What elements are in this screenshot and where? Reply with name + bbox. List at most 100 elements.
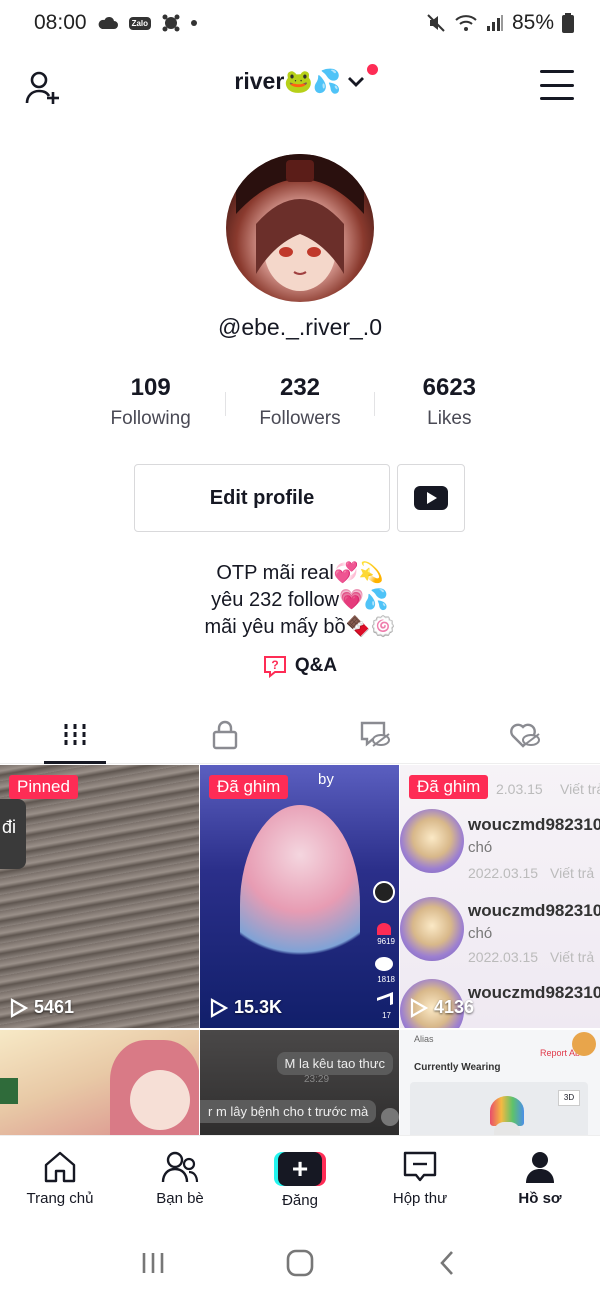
followers-label: Followers	[259, 408, 341, 429]
comment-icon	[375, 957, 393, 971]
status-bar: 08:00 Zalo 85%	[0, 0, 600, 46]
likes-count: 6623	[422, 374, 477, 401]
view-count: 15.3K	[210, 997, 282, 1018]
followers-count: 232	[279, 374, 321, 401]
play-icon	[210, 997, 228, 1018]
back-button[interactable]	[417, 1238, 477, 1288]
edit-profile-button[interactable]: Edit profile	[134, 464, 390, 532]
nav-home[interactable]: Trang chủ	[0, 1136, 120, 1225]
mini-like-count: 9619	[377, 937, 395, 946]
video-thumbnail-character	[240, 805, 360, 1005]
mini-share-count: 17	[382, 1011, 391, 1020]
add-friend-button[interactable]	[24, 68, 64, 108]
add-user-icon	[25, 71, 59, 104]
likes-stat[interactable]: 6623 Likes	[375, 372, 524, 430]
commenter-name: wouczmd982310	[468, 983, 600, 1002]
view-count: 4136	[410, 997, 474, 1018]
nav-label: Bạn bè	[156, 1190, 204, 1207]
following-count: 109	[130, 374, 171, 401]
status-time: 08:00	[34, 11, 87, 34]
thumbnail-character-face	[130, 1070, 190, 1130]
account-name: river🐸💦	[234, 68, 342, 94]
thumbnail-decoration	[0, 1078, 18, 1104]
liked-hidden-icon	[510, 723, 540, 748]
3d-toggle: 3D	[558, 1090, 580, 1106]
nav-friends[interactable]: Bạn bè	[120, 1136, 240, 1225]
commenter-avatar	[400, 809, 464, 873]
grid-icon	[64, 723, 86, 746]
pinned-badge: Đã ghim	[409, 775, 489, 799]
profile-avatar[interactable]	[226, 154, 374, 302]
nav-profile[interactable]: Hồ sơ	[480, 1136, 600, 1225]
video-grid: đi Pinned 5461 by 9619 1818 17 Đã ghim 1…	[0, 765, 600, 1135]
view-count-value: 4136	[434, 997, 475, 1017]
svg-text:?: ?	[271, 658, 278, 672]
recent-apps-button[interactable]	[123, 1238, 183, 1288]
video-tile[interactable]: Alias Report Ab Currently Wearing 3D	[400, 1030, 600, 1135]
overlay-text: đi	[0, 799, 26, 869]
zalo-icon: Zalo	[128, 16, 152, 30]
youtube-link-button[interactable]	[397, 464, 465, 532]
signal-icon	[486, 14, 504, 32]
heart-icon	[377, 923, 391, 935]
mini-comment-count: 1818	[377, 975, 395, 984]
hamburger-icon	[540, 70, 574, 73]
question-icon: ?	[263, 656, 286, 678]
video-tile[interactable]: đi Pinned 5461	[0, 765, 199, 1028]
profile-icon	[526, 1152, 554, 1183]
bio-line: OTP mãi real💞💫	[216, 562, 384, 584]
nav-label: Đăng	[282, 1192, 318, 1209]
nav-label: Hồ sơ	[518, 1190, 562, 1207]
tab-liked[interactable]	[450, 706, 600, 763]
commenter-name: wouczmd982310	[468, 901, 600, 920]
video-tile[interactable]: by 9619 1818 17 Đã ghim 15.3K	[200, 765, 399, 1028]
overlay-text: by	[318, 771, 334, 788]
qa-link[interactable]: ? Q&A	[255, 654, 345, 678]
view-count: 5461	[10, 997, 74, 1018]
nav-label: Hộp thư	[392, 1190, 448, 1207]
nav-inbox[interactable]: Hộp thư	[360, 1136, 480, 1225]
tab-videos[interactable]	[0, 706, 150, 764]
home-icon	[44, 1151, 76, 1183]
following-stat[interactable]: 109 Following	[76, 372, 225, 430]
reply-link: Viết trả	[560, 781, 600, 797]
video-tile[interactable]: M la kêu tao thưc 23:29 r m lây bệnh cho…	[200, 1030, 399, 1135]
battery-percent: 85%	[511, 11, 554, 34]
comment-text: chó	[468, 925, 493, 942]
tab-private[interactable]	[150, 706, 300, 763]
comment-row: wouczmd982310 chó 2022.03.15 Viết trả	[400, 891, 600, 981]
video-tile[interactable]	[0, 1030, 199, 1135]
mini-avatar	[373, 881, 395, 903]
qa-label: Q&A	[294, 655, 338, 676]
more-notifications-dot	[191, 20, 198, 26]
notification-dot	[367, 64, 378, 75]
reply-link: Viết trả	[550, 949, 595, 965]
system-navigation	[0, 1225, 600, 1300]
account-switcher[interactable]: river🐸💦	[210, 64, 390, 95]
comment-date: 2022.03.15	[468, 865, 539, 881]
back-icon	[439, 1250, 453, 1275]
avatar-face	[494, 1122, 520, 1135]
followers-stat[interactable]: 232 Followers	[225, 372, 374, 430]
nav-create[interactable]: + Đăng	[240, 1136, 360, 1225]
avatar-preview: 3D	[410, 1082, 588, 1135]
profile-bio: OTP mãi real💞💫 yêu 232 follow💗💦 mãi yêu …	[0, 560, 600, 641]
chat-bubble: M la kêu tao thưc	[276, 1052, 393, 1075]
alias-label: Alias	[414, 1034, 434, 1044]
mute-icon	[426, 13, 446, 33]
home-button[interactable]	[270, 1238, 330, 1288]
tab-tagged[interactable]	[300, 706, 450, 763]
user-avatar	[572, 1032, 596, 1056]
wifi-icon	[454, 14, 478, 32]
home-button-icon	[286, 1249, 314, 1276]
bio-line: mãi yêu mấy bồ🍫🍥	[204, 616, 396, 638]
following-label: Following	[110, 408, 191, 429]
chat-bubble: r m lây bệnh cho t trước mà	[200, 1100, 377, 1123]
battery-icon	[562, 13, 574, 33]
recent-apps-icon	[143, 1252, 164, 1273]
stat-divider	[374, 392, 375, 416]
profile-header: river🐸💦	[0, 56, 600, 116]
nav-label: Trang chủ	[26, 1190, 94, 1207]
video-tile[interactable]: 2.03.15 Viết trả wouczmd982310 chó 2022.…	[400, 765, 600, 1028]
menu-button[interactable]	[540, 70, 574, 100]
